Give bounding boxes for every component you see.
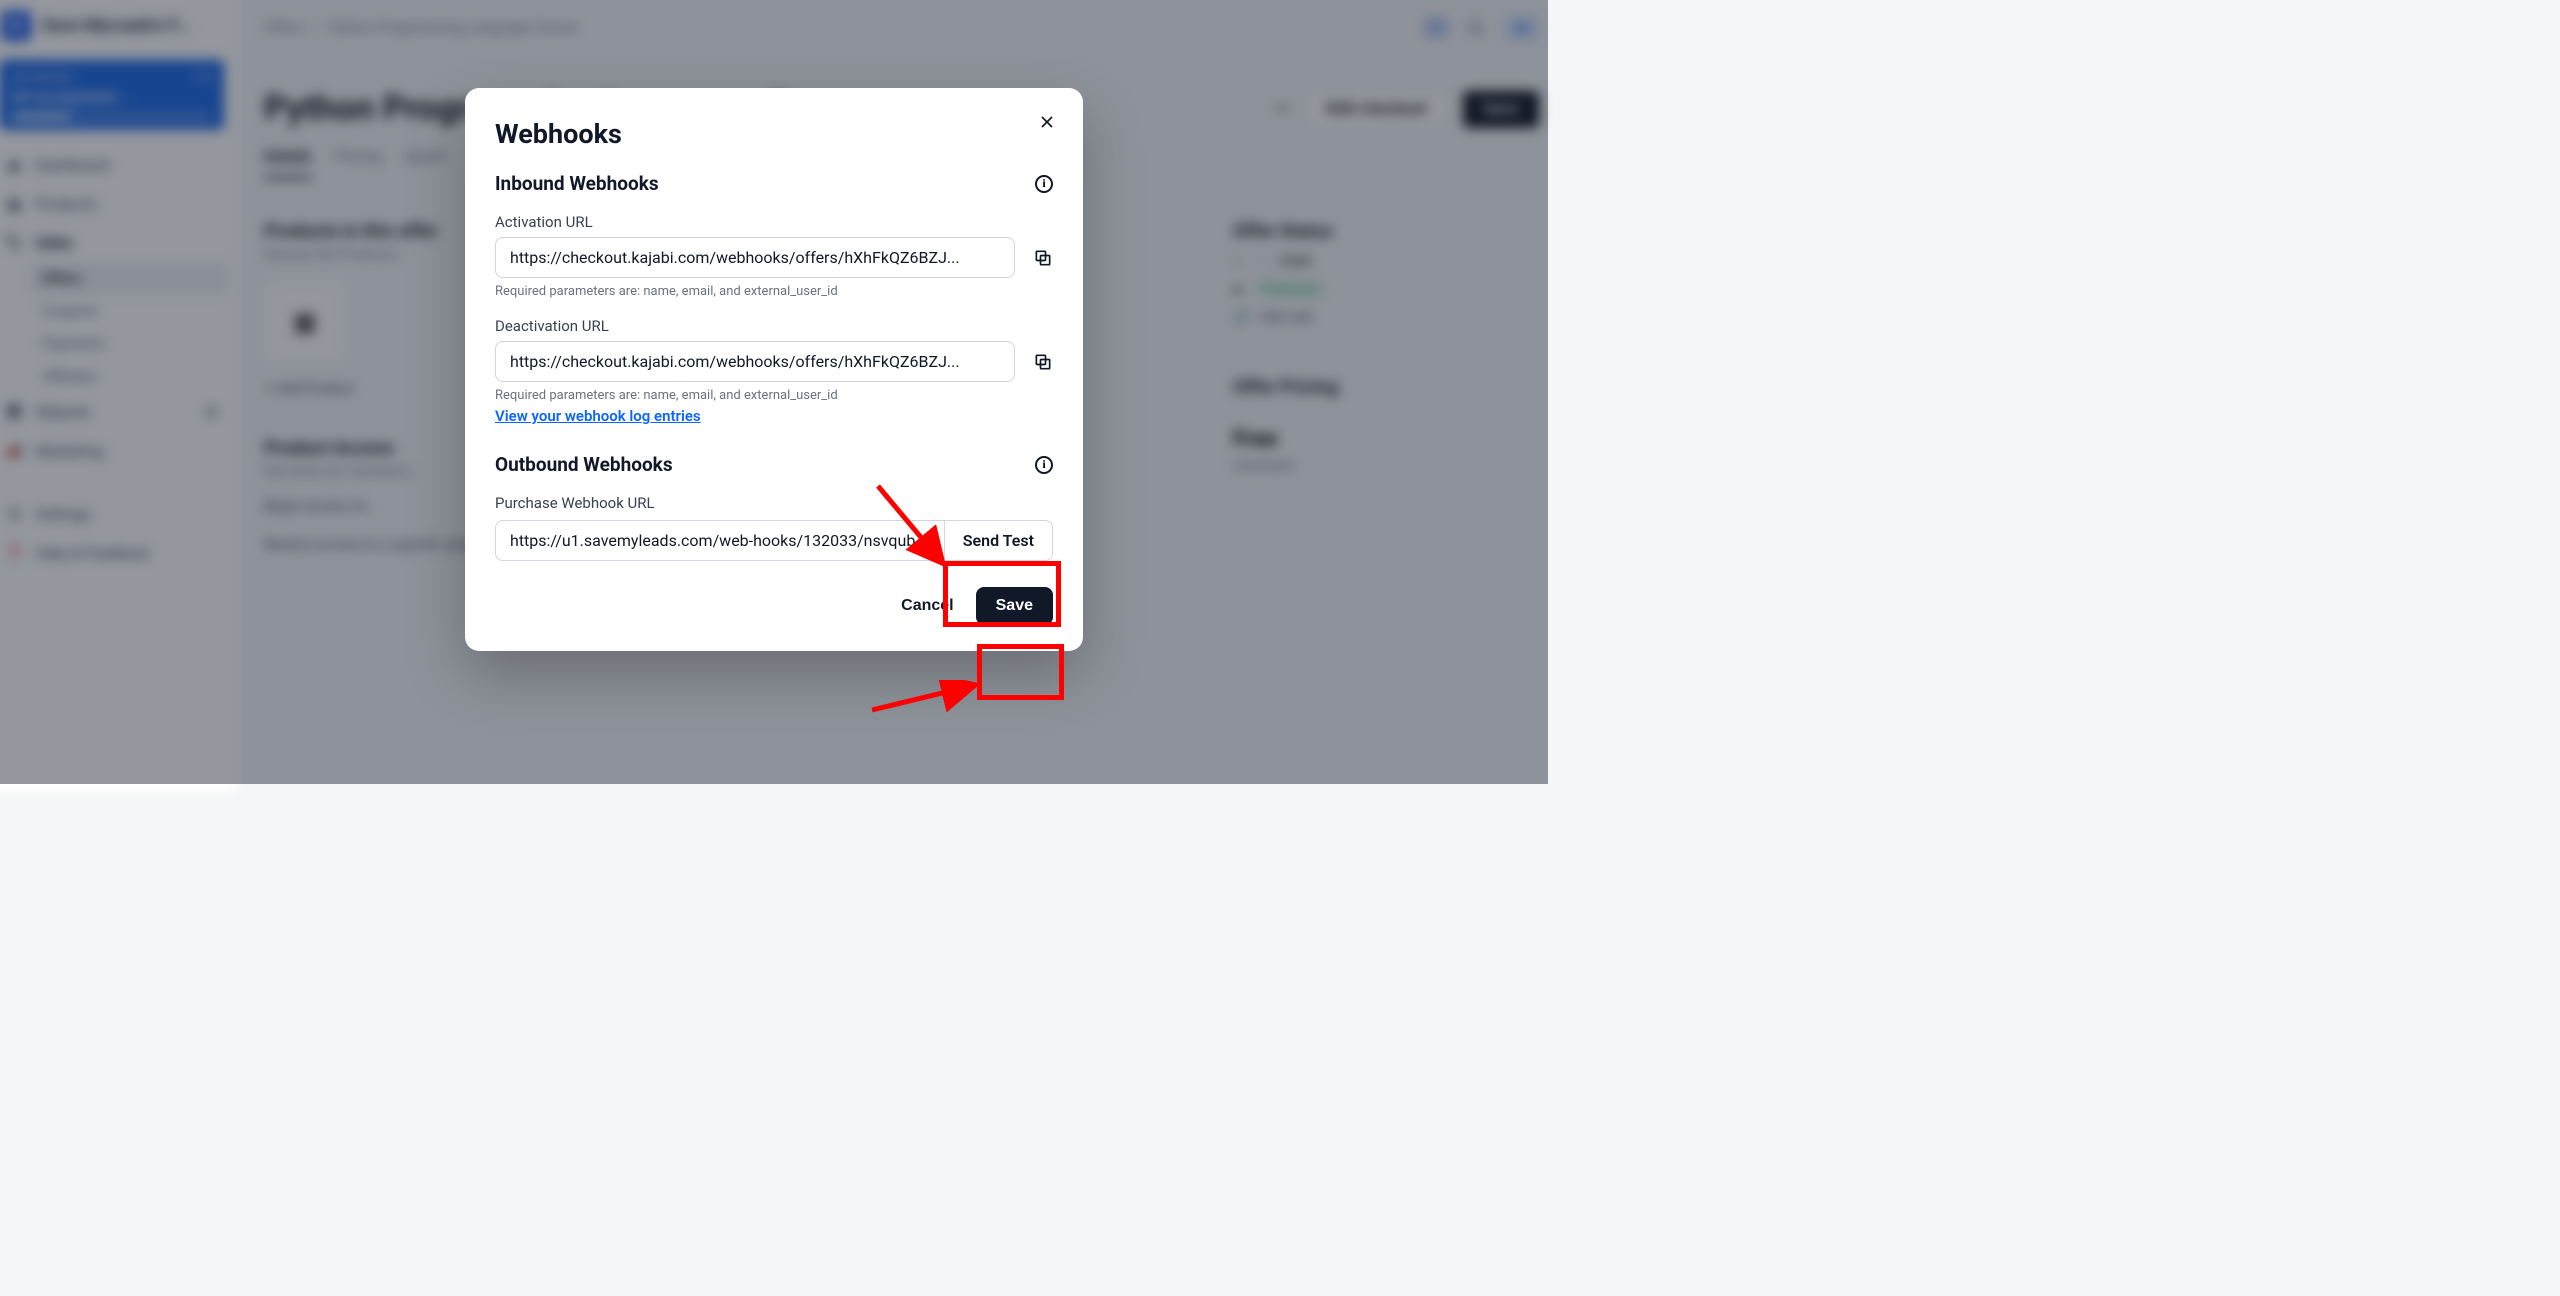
deactivation-label: Deactivation URL xyxy=(495,317,1053,335)
send-test-button[interactable]: Send Test xyxy=(944,521,1052,560)
cancel-button[interactable]: Cancel xyxy=(901,597,953,615)
save-button[interactable]: Save xyxy=(976,587,1053,625)
purchase-label: Purchase Webhook URL xyxy=(495,494,1053,512)
close-button[interactable] xyxy=(1033,108,1061,136)
webhooks-modal: Webhooks Inbound Webhooks i Activation U… xyxy=(465,88,1083,651)
purchase-url-input[interactable]: https://u1.savemyleads.com/web-hooks/132… xyxy=(496,521,944,560)
info-icon[interactable]: i xyxy=(1035,175,1053,193)
purchase-url-row: https://u1.savemyleads.com/web-hooks/132… xyxy=(495,520,1053,561)
inbound-heading: Inbound Webhooks xyxy=(495,172,659,195)
activation-url-input[interactable]: https://checkout.kajabi.com/webhooks/off… xyxy=(495,237,1015,278)
copy-icon[interactable] xyxy=(1033,352,1053,372)
copy-icon[interactable] xyxy=(1033,248,1053,268)
info-icon[interactable]: i xyxy=(1035,456,1053,474)
activation-label: Activation URL xyxy=(495,213,1053,231)
modal-footer: Cancel Save xyxy=(495,587,1053,625)
outbound-heading: Outbound Webhooks xyxy=(495,453,673,476)
deactivation-hint: Required parameters are: name, email, an… xyxy=(495,388,1053,403)
view-log-link[interactable]: View your webhook log entries xyxy=(495,407,701,425)
modal-title: Webhooks xyxy=(495,118,1053,150)
activation-hint: Required parameters are: name, email, an… xyxy=(495,284,1053,299)
modal-overlay: Webhooks Inbound Webhooks i Activation U… xyxy=(0,0,1548,784)
deactivation-url-input[interactable]: https://checkout.kajabi.com/webhooks/off… xyxy=(495,341,1015,382)
